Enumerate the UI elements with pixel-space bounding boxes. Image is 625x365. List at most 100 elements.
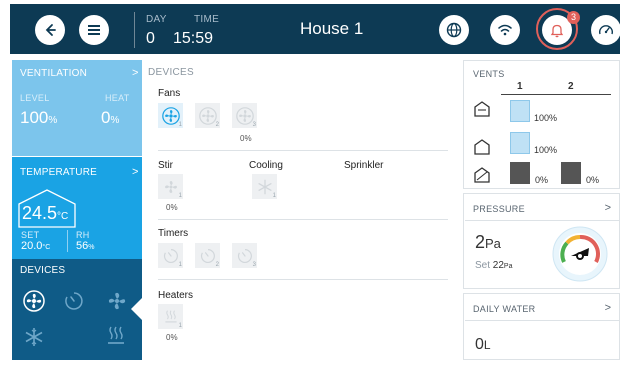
globe-icon (446, 22, 462, 38)
set-unit: °C (42, 244, 51, 251)
divider (158, 219, 448, 220)
heat-value: 0% (101, 108, 119, 128)
fan-icon (235, 106, 254, 125)
timer-icon (200, 248, 215, 263)
fan-icon (161, 106, 180, 125)
stir-title: Stir (158, 160, 173, 171)
rh-value: 56% (76, 240, 94, 252)
cooling-icon (257, 179, 272, 194)
alarm-count-badge: 3 (567, 11, 580, 24)
vents-title: VENTS (473, 69, 505, 79)
rh-label: RH (76, 230, 90, 240)
daily-water-unit: L (483, 338, 491, 352)
devices-header: DEVICES (148, 67, 195, 78)
sprinkler-title: Sprinkler (344, 160, 384, 171)
level-label: LEVEL (20, 93, 50, 103)
temperature-title: TEMPERATURE (20, 167, 98, 178)
fans-percent: 0% (240, 134, 252, 143)
heater-icon (164, 309, 177, 322)
time-label: TIME (194, 14, 220, 25)
daily-water-number: 0 (475, 336, 484, 353)
fan-icon[interactable] (23, 290, 45, 312)
stir-fan-icon[interactable] (106, 290, 128, 312)
temperature-card[interactable]: TEMPERATURE > 24.5°C SET RH 20.0°C 56% (12, 157, 142, 259)
pressure-set-number: 22 (492, 260, 504, 271)
pressure-card[interactable]: PRESSURE > 2Pa Set 22Pa (463, 193, 620, 289)
fan-2-index: 2 (215, 122, 219, 128)
vent-3-1-value: 0% (535, 175, 549, 185)
curtain-icon (474, 167, 490, 183)
day-label: DAY (146, 14, 167, 25)
timer-tile-1[interactable]: 1 (158, 243, 183, 268)
vent-1-1-level (510, 100, 530, 122)
temp-divider (67, 230, 68, 252)
cooling-title: Cooling (249, 160, 283, 171)
back-button[interactable] (35, 15, 65, 45)
vents-header-line (501, 94, 611, 95)
cooling-tile-1[interactable]: 1 (252, 174, 277, 199)
heaters-percent-unit: % (170, 333, 178, 342)
top-divider (134, 12, 135, 48)
stir-percent: 0% (166, 203, 178, 212)
vent-3-2-value: 0% (586, 175, 600, 185)
devices-panel-title: DEVICES (20, 265, 66, 276)
stir-fan-icon (164, 180, 177, 193)
rh-unit: % (88, 244, 95, 251)
vents-card[interactable]: VENTS 1 2 100% 100% 0% 0% (463, 60, 620, 189)
bell-icon (550, 24, 564, 37)
chevron-right-icon: > (132, 67, 139, 79)
fan-tile-1[interactable]: 1 (158, 103, 183, 128)
timers-title: Timers (158, 228, 189, 239)
daily-water-card[interactable]: DAILY WATER > 0L (463, 293, 620, 360)
gauge-button[interactable] (591, 15, 621, 45)
vent-2-1-level (510, 132, 530, 154)
pressure-value: 2Pa (475, 232, 501, 253)
fan-tile-2[interactable]: 2 (195, 103, 220, 128)
fans-percent-unit: % (244, 134, 252, 143)
chevron-right-icon: > (132, 166, 139, 178)
set-label: SET (21, 230, 40, 240)
heater-1-index: 1 (178, 323, 182, 329)
level-unit: % (48, 115, 58, 126)
ventilation-card[interactable]: VENTILATION > LEVEL HEAT 100% 0% (12, 60, 142, 156)
rh-number: 56 (76, 240, 89, 252)
devices-card[interactable]: DEVICES (12, 259, 142, 360)
pressure-gauge-icon (552, 226, 608, 282)
vent-1-1-value: 100% (534, 113, 558, 123)
vent-3-2-level (561, 162, 581, 184)
timer-tile-3[interactable]: 3 (232, 243, 257, 268)
card-divider (465, 220, 619, 221)
stir-percent-unit: % (170, 203, 178, 212)
network-button[interactable] (439, 15, 469, 45)
vent-2-1-value: 100% (534, 145, 558, 155)
vents-col-1: 1 (517, 81, 523, 92)
heater-tile-1[interactable]: 1 (158, 304, 183, 329)
card-divider (465, 320, 619, 321)
wifi-button[interactable] (490, 15, 520, 45)
app-window: DAY 0 TIME 15:59 House 1 3 VENTILATION >… (0, 0, 625, 365)
chevron-right-icon: > (604, 302, 611, 314)
cooling-1-index: 1 (272, 193, 276, 199)
top-bar: DAY 0 TIME 15:59 House 1 3 (10, 4, 621, 54)
pressure-set-label: Set (475, 260, 491, 271)
fans-title: Fans (158, 88, 181, 99)
set-value: 20.0°C (21, 240, 50, 252)
temperature-unit: °C (57, 211, 69, 222)
pressure-set-unit: Pa (503, 263, 513, 270)
set-number: 20.0 (21, 240, 43, 252)
menu-icon (88, 25, 100, 35)
timer-icon (237, 248, 252, 263)
timer-icon[interactable] (64, 291, 84, 311)
house-title: House 1 (300, 19, 364, 38)
speedometer-icon (599, 25, 613, 35)
pressure-title: PRESSURE (473, 204, 525, 214)
menu-button[interactable] (79, 15, 109, 45)
timer-tile-2[interactable]: 2 (195, 243, 220, 268)
arrow-left-icon (45, 24, 56, 36)
stir-tile-1[interactable]: 1 (158, 174, 183, 199)
selection-notch (131, 298, 142, 320)
heater-icon[interactable] (106, 325, 126, 347)
cooling-icon[interactable] (24, 327, 44, 347)
fan-tile-3[interactable]: 3 (232, 103, 257, 128)
time-value: 15:59 (173, 30, 214, 47)
